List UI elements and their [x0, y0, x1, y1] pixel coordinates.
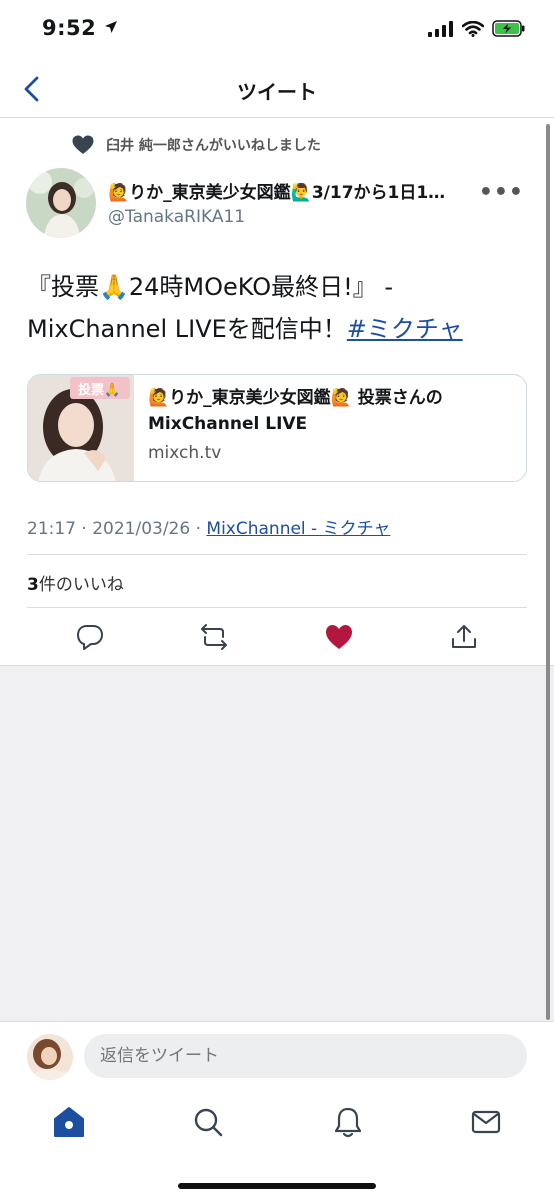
status-bar: 9:52: [0, 0, 554, 62]
reply-icon[interactable]: [75, 622, 105, 652]
social-context: 臼井 純一郎さんがいいねしました: [72, 135, 321, 155]
notifications-icon[interactable]: [331, 1105, 365, 1139]
link-card-domain: mixch.tv: [148, 443, 222, 463]
tweet-source-link[interactable]: MixChannel - ミクチャ: [206, 519, 390, 539]
tab-bar: [0, 1091, 554, 1200]
author-avatar[interactable]: [26, 168, 96, 238]
wifi-icon: [462, 20, 484, 37]
signal-icon: [428, 20, 453, 37]
retweet-icon[interactable]: [199, 622, 229, 652]
liked-by-text: 臼井 純一郎さんがいいねしました: [106, 138, 321, 154]
divider: [27, 607, 527, 608]
hashtag-link[interactable]: #ミクチャ: [347, 315, 463, 343]
link-card-thumbnail: 投票🙏: [28, 375, 134, 481]
more-icon[interactable]: •••: [479, 180, 524, 205]
likes-count[interactable]: 3件のいいね: [27, 570, 124, 595]
user-avatar[interactable]: [27, 1034, 73, 1080]
status-indicators: [428, 20, 526, 37]
navigation-header: ツイート: [0, 62, 554, 118]
tweet-text-line-2-text: MixChannel LIVEを配信中！: [27, 315, 347, 343]
link-card[interactable]: 投票🙏 🙋りか_東京美少女図鑑🙋 投票さんの MixChannel LIVE m…: [27, 374, 527, 482]
share-icon[interactable]: [449, 622, 479, 652]
tweet-timestamp: 21:17 · 2021/03/26 ·: [27, 519, 207, 539]
link-card-title: 🙋りか_東京美少女図鑑🙋 投票さんの MixChannel LIVE: [148, 388, 443, 434]
home-indicator: [178, 1183, 376, 1189]
home-icon[interactable]: [52, 1105, 86, 1139]
author-avatar-image: [26, 168, 96, 238]
link-card-body: 🙋りか_東京美少女図鑑🙋 投票さんの MixChannel LIVE mixch…: [148, 385, 518, 463]
likes-label: 件のいいね: [38, 575, 124, 595]
author-name[interactable]: 🙋りか_東京美少女図鑑🙋‍♂️3/17から1日1…: [108, 178, 488, 203]
tweet-actions: [27, 618, 527, 658]
tweet-text-line-2: MixChannel LIVEを配信中！#ミクチャ: [27, 308, 532, 350]
search-icon[interactable]: [191, 1105, 225, 1139]
author-handle[interactable]: @TanakaRIKA11: [108, 207, 488, 227]
author-info[interactable]: 🙋りか_東京美少女図鑑🙋‍♂️3/17から1日1… @TanakaRIKA11: [108, 178, 488, 227]
scrollbar[interactable]: [546, 124, 550, 1020]
battery-icon: [492, 20, 525, 37]
likes-number: 3: [27, 575, 39, 595]
tweet-text: 『投票🙏24時MOeKO最終日!』 - MixChannel LIVEを配信中！…: [27, 266, 532, 350]
reply-input[interactable]: [84, 1034, 527, 1078]
page-title: ツイート: [237, 80, 317, 104]
thumb-badge: 投票🙏: [78, 383, 121, 398]
divider: [27, 554, 527, 555]
reply-bar: [0, 1021, 554, 1091]
heart-icon: [72, 135, 94, 154]
tweet-detail: 臼井 純一郎さんがいいねしました 🙋りか_東京美少女図鑑🙋‍♂️3/17から1日…: [0, 118, 554, 666]
messages-icon[interactable]: [469, 1105, 503, 1139]
tweet-meta: 21:17 · 2021/03/26 · MixChannel - ミクチャ: [27, 514, 390, 539]
like-icon[interactable]: [324, 622, 354, 652]
tweet-text-line-1: 『投票🙏24時MOeKO最終日!』 -: [27, 273, 394, 301]
location-arrow-icon: [105, 21, 118, 33]
status-time: 9:52: [42, 16, 118, 40]
